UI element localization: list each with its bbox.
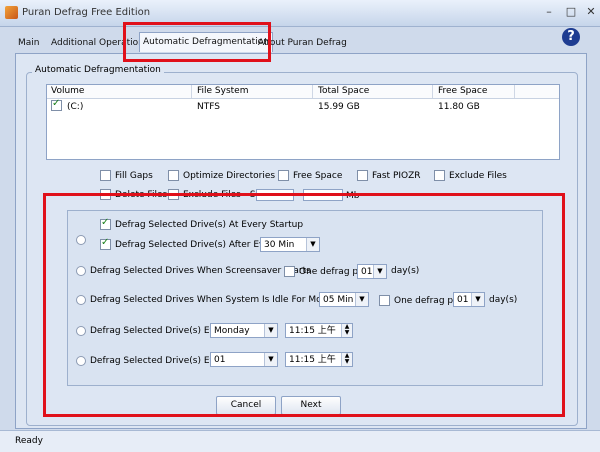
app-window: Puran Defrag Free Edition – □ ✕ Main Add…	[0, 0, 600, 452]
highlight-box-tab	[123, 22, 271, 62]
fast-piozr-option[interactable]: Fast PIOZR	[357, 170, 421, 181]
status-text: Ready	[15, 436, 43, 446]
highlight-box-schedule	[43, 193, 565, 417]
minimize-icon[interactable]: –	[540, 4, 558, 20]
fill-gaps-checkbox[interactable]	[100, 170, 111, 181]
maximize-icon[interactable]: □	[562, 4, 580, 20]
exclude-files-checkbox[interactable]	[434, 170, 445, 181]
col-file-system[interactable]: File System	[197, 86, 248, 96]
volume-free: 11.80 GB	[438, 102, 480, 112]
optimize-dirs-option[interactable]: Optimize Directories	[168, 170, 275, 181]
title-bar: Puran Defrag Free Edition – □ ✕	[0, 0, 600, 27]
volume-checkbox[interactable]	[51, 98, 62, 111]
col-volume[interactable]: Volume	[51, 86, 84, 96]
fill-gaps-option[interactable]: Fill Gaps	[100, 170, 153, 181]
close-icon[interactable]: ✕	[582, 4, 600, 20]
optimize-dirs-checkbox[interactable]	[168, 170, 179, 181]
fast-piozr-checkbox[interactable]	[357, 170, 368, 181]
exclude-files-option[interactable]: Exclude Files	[434, 170, 507, 181]
volume-table: Volume File System Total Space Free Spac…	[46, 84, 560, 160]
table-header: Volume File System Total Space Free Spac…	[47, 85, 559, 99]
status-bar: Ready	[0, 430, 600, 452]
free-space-option[interactable]: Free Space	[278, 170, 342, 181]
volume-total: 15.99 GB	[318, 102, 360, 112]
app-icon	[5, 6, 18, 19]
free-space-checkbox[interactable]	[278, 170, 289, 181]
volume-name: (C:)	[67, 102, 84, 112]
help-icon[interactable]: ?	[562, 28, 580, 46]
tab-main[interactable]: Main	[15, 34, 43, 52]
group-title: Automatic Defragmentation	[32, 65, 164, 75]
window-title: Puran Defrag Free Edition	[22, 7, 151, 18]
volume-fs: NTFS	[197, 102, 220, 112]
col-total-space[interactable]: Total Space	[318, 86, 369, 96]
col-free-space[interactable]: Free Space	[438, 86, 487, 96]
